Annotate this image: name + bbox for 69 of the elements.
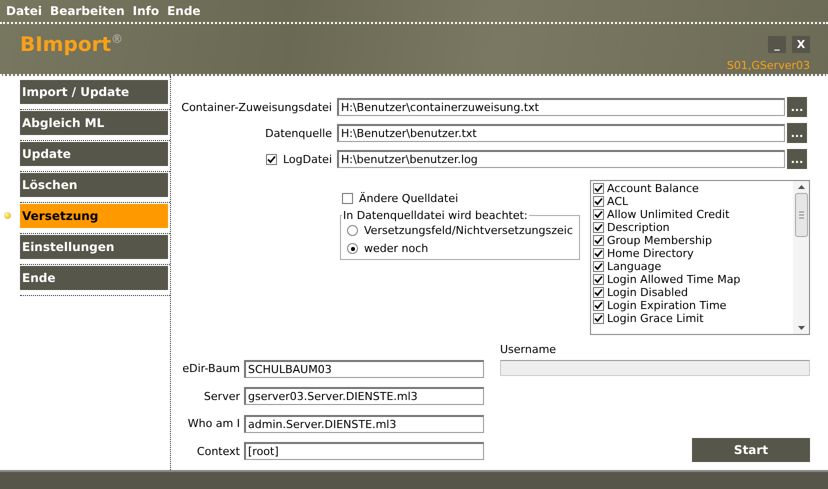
attribute-checkbox[interactable] <box>593 300 604 311</box>
change-source-checkbox[interactable] <box>342 193 353 204</box>
attribute-label: Language <box>607 260 662 273</box>
sidebar-item[interactable]: Versetzung <box>20 204 168 228</box>
browse-button[interactable]: ... <box>787 123 807 143</box>
attribute-checkbox[interactable] <box>593 196 604 207</box>
attribute-label: Description <box>607 221 670 234</box>
menu-item[interactable]: Datei <box>6 4 42 18</box>
sidebar-item[interactable]: Import / Update <box>20 80 168 104</box>
sidebar-item[interactable]: Ende <box>20 266 168 290</box>
attribute-label: Home Directory <box>607 247 694 260</box>
attribute-label: Login Disabled <box>607 286 688 299</box>
close-button[interactable]: X <box>792 36 810 53</box>
sidebar-item[interactable]: Update <box>20 142 168 166</box>
path-field[interactable]: H:\benutzer\benutzer.log <box>337 150 785 168</box>
attribute-checkbox[interactable] <box>593 248 604 259</box>
input-field[interactable]: admin.Server.DIENSTE.ml3 <box>244 414 484 433</box>
sidebar-item[interactable]: Einstellungen <box>20 235 168 259</box>
radio-label: weder noch <box>364 242 428 255</box>
scroll-thumb-icon[interactable] <box>794 193 808 237</box>
sidebar-item[interactable]: Löschen <box>20 173 168 197</box>
field-label: Context <box>196 444 240 458</box>
input-field[interactable]: SCHULBAUM03 <box>244 360 484 378</box>
browse-button[interactable]: ... <box>787 149 807 169</box>
field-label: Container-Zuweisungsdatei <box>181 100 332 114</box>
attribute-checkbox[interactable] <box>593 287 604 298</box>
input-field[interactable]: gserver03.Server.DIENSTE.ml3 <box>244 387 484 406</box>
attribute-label: Login Grace Limit <box>607 312 704 325</box>
attribute-checkbox[interactable] <box>593 261 604 272</box>
field-label: Datenquelle <box>265 126 332 140</box>
attribute-checkbox[interactable] <box>593 222 604 233</box>
attribute-label: Login Allowed Time Map <box>607 273 740 286</box>
radio-button[interactable] <box>347 225 358 236</box>
sidebar-item[interactable]: Abgleich ML <box>20 111 168 135</box>
checkbox-label: Ändere Quelldatei <box>359 192 458 205</box>
menu-item[interactable]: Ende <box>167 4 201 18</box>
attribute-checkbox[interactable] <box>593 183 604 194</box>
attribute-label: ACL <box>607 195 628 208</box>
path-field[interactable]: H:\Benutzer\benutzer.txt <box>337 124 785 142</box>
path-field[interactable]: H:\Benutzer\containerzuweisung.txt <box>337 98 785 116</box>
group-title: In Datenquelldatei wird beachtet: <box>342 209 529 222</box>
field-label: eDir-Baum <box>181 362 240 376</box>
username-field[interactable] <box>500 360 810 376</box>
logfile-checkbox[interactable] <box>266 154 277 164</box>
scrollbar[interactable] <box>793 181 809 334</box>
attribute-label: Login Expiration Time <box>607 299 726 312</box>
attribute-label: Group Membership <box>607 234 712 247</box>
field-label: Server <box>202 390 240 403</box>
username-label: Username <box>500 343 558 356</box>
server-name: S01,GServer03 <box>726 59 810 72</box>
attribute-label: Account Balance <box>607 182 699 195</box>
selection-dot-icon <box>4 212 11 219</box>
input-field[interactable]: [root] <box>244 442 484 460</box>
radio-button[interactable] <box>347 243 358 254</box>
field-label: LogDatei <box>283 152 332 166</box>
attribute-checkbox[interactable] <box>593 209 604 220</box>
app-title: BImport® <box>20 32 124 58</box>
start-button[interactable]: Start <box>692 438 810 462</box>
attribute-checkbox[interactable] <box>593 235 604 246</box>
menu-item[interactable]: Bearbeiten <box>50 4 125 18</box>
minimize-button[interactable]: _ <box>768 36 786 53</box>
browse-button[interactable]: ... <box>787 97 807 117</box>
attribute-checkbox[interactable] <box>593 313 604 324</box>
field-label: Who am I <box>186 417 240 430</box>
check-icon <box>267 154 276 164</box>
radio-label: Versetzungsfeld/Nichtversetzungszeic <box>364 224 573 237</box>
menu-item[interactable]: Info <box>132 4 160 18</box>
attribute-checkbox[interactable] <box>593 274 604 285</box>
attribute-label: Allow Unlimited Credit <box>607 208 730 221</box>
